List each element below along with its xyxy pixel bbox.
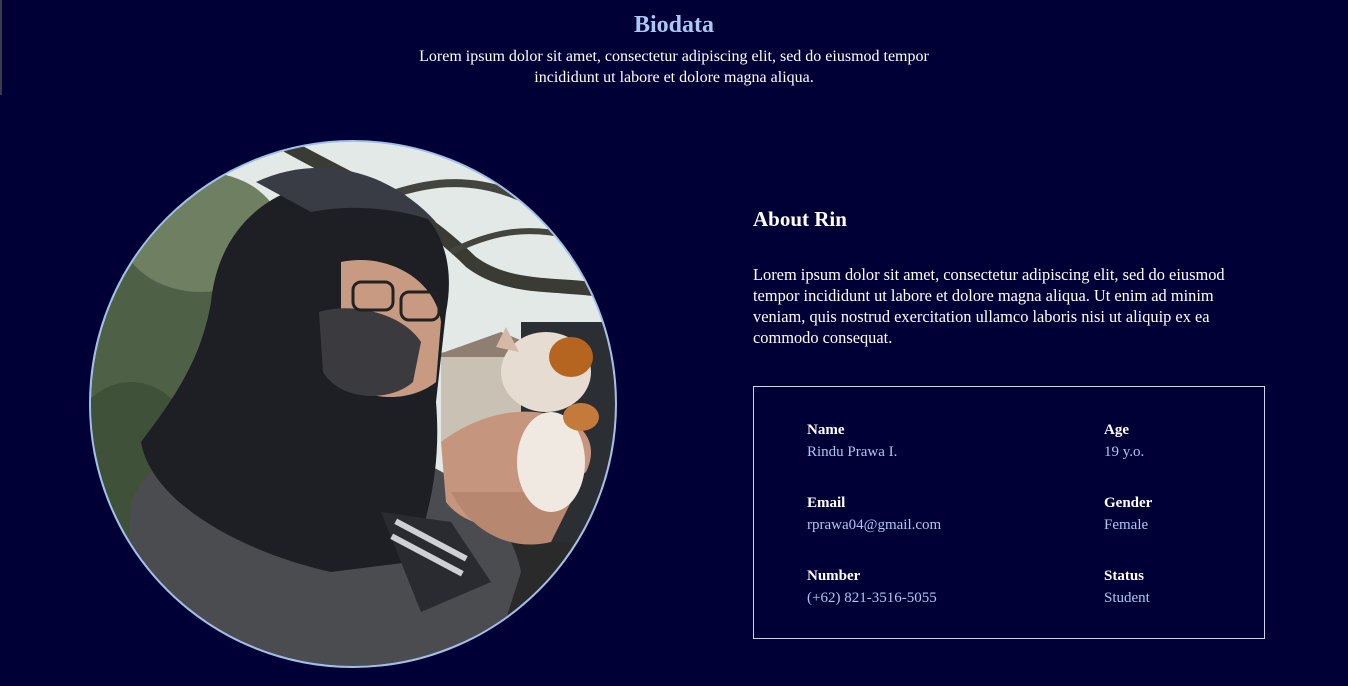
info-status-label: Status — [1104, 568, 1145, 584]
info-age: Age 19 y.o. — [1104, 420, 1144, 462]
profile-photo — [89, 140, 617, 668]
info-number: Number (+62) 821-3516-5055 — [807, 566, 937, 608]
about-text: Lorem ipsum dolor sit amet, consectetur … — [753, 265, 1225, 347]
info-gender-value: Female — [1104, 517, 1149, 533]
info-number-value: (+62) 821-3516-5055 — [807, 590, 937, 606]
info-gender-label: Gender — [1104, 495, 1153, 511]
info-email: Email rprawa04@gmail.com — [807, 493, 941, 535]
info-name-value: Rindu Prawa I. — [807, 444, 898, 460]
page-subtitle: Lorem ipsum dolor sit amet, consectetur … — [419, 48, 929, 86]
info-email-label: Email — [807, 495, 846, 511]
info-status: Status Student — [1104, 566, 1150, 608]
header-section: Biodata Lorem ipsum dolor sit amet, cons… — [0, 10, 1348, 88]
info-name: Name Rindu Prawa I. — [807, 420, 897, 462]
biodata-page: Biodata Lorem ipsum dolor sit amet, cons… — [0, 0, 1348, 686]
info-status-value: Student — [1104, 590, 1150, 606]
about-section: About Rin Lorem ipsum dolor sit amet, co… — [753, 205, 1263, 348]
info-name-label: Name — [807, 422, 845, 438]
about-heading: About Rin — [753, 207, 847, 231]
profile-photo-illustration — [91, 142, 615, 666]
info-age-label: Age — [1104, 422, 1129, 438]
info-card: Name Rindu Prawa I. Age 19 y.o. Email rp… — [753, 386, 1265, 639]
info-email-value: rprawa04@gmail.com — [807, 517, 942, 533]
info-age-value: 19 y.o. — [1104, 444, 1145, 460]
info-number-label: Number — [807, 568, 861, 584]
info-gender: Gender Female — [1104, 493, 1152, 535]
page-title: Biodata — [633, 12, 714, 38]
